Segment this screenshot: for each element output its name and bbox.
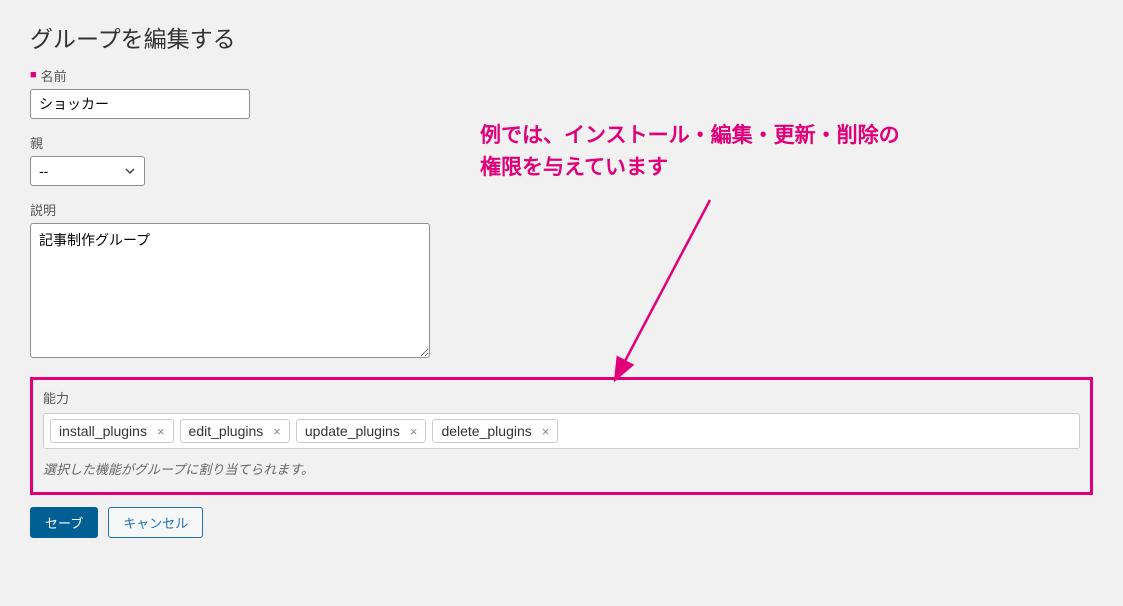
tag-remove-icon[interactable]: × [538, 425, 554, 438]
capability-tag-label: delete_plugins [441, 423, 531, 439]
name-input[interactable] [30, 89, 250, 119]
name-field-row: ■ 名前 [30, 66, 1093, 119]
tag-remove-icon[interactable]: × [269, 425, 285, 438]
capability-tag-label: install_plugins [59, 423, 147, 439]
parent-field-row: 親 -- [30, 133, 1093, 186]
description-label-text: 説明 [30, 200, 56, 219]
description-textarea[interactable]: 記事制作グループ [30, 223, 430, 358]
parent-select[interactable]: -- [30, 156, 145, 186]
description-label: 説明 [30, 200, 1093, 219]
button-row: セーブ キャンセル [30, 507, 1093, 538]
capabilities-label: 能力 [43, 388, 1080, 407]
capability-tag-label: edit_plugins [189, 423, 264, 439]
name-label-text: 名前 [41, 66, 67, 85]
capabilities-helper-text: 選択した機能がグループに割り当てられます。 [43, 459, 1080, 478]
required-marker-icon: ■ [30, 70, 37, 81]
capability-tag-label: update_plugins [305, 423, 400, 439]
parent-label: 親 [30, 133, 1093, 152]
capability-tag: install_plugins × [50, 419, 174, 443]
capability-tag: update_plugins × [296, 419, 427, 443]
description-field-row: 説明 記事制作グループ [30, 200, 1093, 363]
tag-remove-icon[interactable]: × [153, 425, 169, 438]
page-title: グループを編集する [30, 20, 1093, 54]
capabilities-section: 能力 install_plugins × edit_plugins × upda… [30, 377, 1093, 495]
tag-remove-icon[interactable]: × [406, 425, 422, 438]
capability-tag: delete_plugins × [432, 419, 558, 443]
save-button[interactable]: セーブ [30, 507, 98, 538]
cancel-button[interactable]: キャンセル [108, 507, 203, 538]
parent-label-text: 親 [30, 133, 43, 152]
name-label: ■ 名前 [30, 66, 1093, 85]
capability-tag: edit_plugins × [180, 419, 290, 443]
capabilities-tag-container[interactable]: install_plugins × edit_plugins × update_… [43, 413, 1080, 449]
